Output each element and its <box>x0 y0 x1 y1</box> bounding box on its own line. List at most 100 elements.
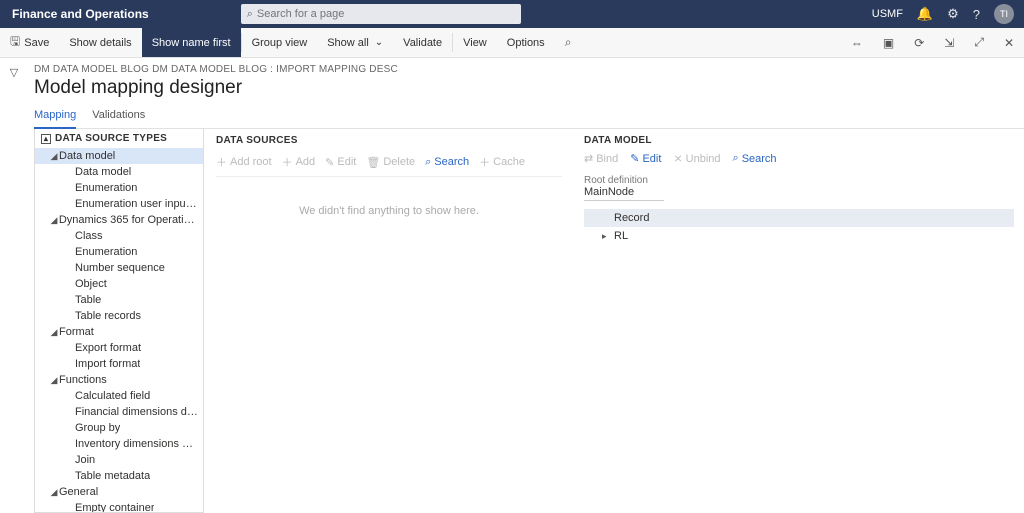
data-source-types-header: DATA SOURCE TYPES <box>55 133 167 144</box>
options-button[interactable]: Options <box>497 28 555 57</box>
show-name-first-label: Show name first <box>152 37 231 49</box>
tree-group-label: General <box>59 486 98 498</box>
funnel-icon[interactable]: ▽ <box>10 66 18 513</box>
data-model-header: DATA MODEL <box>584 129 1014 150</box>
expand-icon[interactable]: ⤢ <box>964 28 994 57</box>
data-source-types-panel: ▴ DATA SOURCE TYPES ◢Data modelData mode… <box>34 129 204 513</box>
root-definition-value[interactable]: MainNode <box>584 186 664 201</box>
tree-item-label: Join <box>75 454 95 466</box>
save-label: Save <box>24 37 49 49</box>
tree-item[interactable]: Table metadata <box>35 468 203 484</box>
show-all-dropdown[interactable]: Show all <box>317 28 393 57</box>
expand-icon[interactable]: ▸ <box>602 231 614 242</box>
user-avatar[interactable]: TI <box>994 4 1014 24</box>
search-dm-button[interactable]: ⌕ Search <box>733 152 777 165</box>
popout-icon[interactable]: ⇲ <box>934 28 964 57</box>
show-details-label: Show details <box>69 37 131 49</box>
tree-group[interactable]: ◢Functions <box>35 372 203 388</box>
tree-item[interactable]: Table <box>35 292 203 308</box>
tree-item[interactable]: Inventory dimensions details <box>35 436 203 452</box>
tree-item[interactable]: Class <box>35 228 203 244</box>
add-root-button[interactable]: ＋ Add root <box>216 154 272 170</box>
global-search[interactable]: ⌕ <box>241 4 521 24</box>
tree-item[interactable]: Import format <box>35 356 203 372</box>
save-button[interactable]: 🖫Save <box>0 28 59 57</box>
validate-button[interactable]: Validate <box>393 28 452 57</box>
tree-item-label: Enumeration <box>75 246 137 258</box>
company-code[interactable]: USMF <box>872 8 903 20</box>
tree-group[interactable]: ◢General <box>35 484 203 500</box>
data-model-panel: DATA MODEL ⇄ Bind ✎ Edit ⨯ Unbind ⌕ Sear… <box>574 129 1024 513</box>
dm-row-label: RL <box>614 230 628 242</box>
edit-button[interactable]: ✎ Edit <box>325 156 356 169</box>
unbind-button[interactable]: ⨯ Unbind <box>673 152 720 165</box>
collapse-all-icon[interactable]: ▴ <box>41 134 51 144</box>
search-icon: ⌕ <box>565 35 572 50</box>
global-search-input[interactable] <box>257 8 515 20</box>
view-button[interactable]: View <box>453 28 497 57</box>
tree-item[interactable]: Enumeration <box>35 180 203 196</box>
tree-item[interactable]: Data model <box>35 164 203 180</box>
expand-icon[interactable]: ◢ <box>49 375 59 386</box>
tree-item[interactable]: Number sequence <box>35 260 203 276</box>
tree-item-label: Enumeration user input parameter <box>75 198 199 210</box>
view-label: View <box>463 37 487 49</box>
close-icon[interactable]: ✕ <box>994 28 1024 57</box>
tree-group[interactable]: ◢Dynamics 365 for Operations <box>35 212 203 228</box>
tree-item[interactable]: Object <box>35 276 203 292</box>
expand-icon[interactable]: ◢ <box>49 151 59 162</box>
group-view-button[interactable]: Group view <box>242 28 318 57</box>
edit-dm-button[interactable]: ✎ Edit <box>630 152 661 165</box>
tree-item[interactable]: Export format <box>35 340 203 356</box>
tree-item[interactable]: Enumeration user input parameter <box>35 196 203 212</box>
tree-item[interactable]: Calculated field <box>35 388 203 404</box>
delete-button[interactable]: 🗑 Delete <box>366 156 415 169</box>
toolbar-search-button[interactable]: ⌕ <box>555 28 582 57</box>
bell-icon[interactable]: 🔔 <box>917 6 933 22</box>
tree-group-label: Format <box>59 326 94 338</box>
empty-state-text: We didn't find anything to show here. <box>216 177 562 217</box>
office-icon[interactable]: ▣ <box>873 28 904 57</box>
show-details-button[interactable]: Show details <box>59 28 141 57</box>
show-name-first-button[interactable]: Show name first <box>142 28 241 57</box>
tree-item[interactable]: Financial dimensions details <box>35 404 203 420</box>
content-tabs: Mapping Validations <box>34 105 1024 129</box>
tree-item[interactable]: Empty container <box>35 500 203 513</box>
search-button[interactable]: ⌕ Search <box>425 156 469 169</box>
help-icon[interactable]: ? <box>973 7 980 22</box>
data-sources-header: DATA SOURCES <box>216 129 562 150</box>
tree-group-label: Functions <box>59 374 107 386</box>
expand-icon[interactable]: ◢ <box>49 215 59 226</box>
tree-group[interactable]: ◢Format <box>35 324 203 340</box>
tree-group-label: Dynamics 365 for Operations <box>59 214 199 226</box>
link-icon[interactable]: ⇔ <box>841 28 873 57</box>
add-button[interactable]: ＋ Add <box>282 154 316 170</box>
gear-icon[interactable]: ⚙ <box>947 6 959 22</box>
group-view-label: Group view <box>252 37 308 49</box>
tree-item[interactable]: Join <box>35 452 203 468</box>
tree-item-label: Enumeration <box>75 182 137 194</box>
tree-item[interactable]: Table records <box>35 308 203 324</box>
dm-row-label: Record <box>614 212 649 224</box>
dm-row[interactable]: Record <box>584 209 1014 227</box>
tree-item[interactable]: Enumeration <box>35 244 203 260</box>
expand-icon[interactable]: ◢ <box>49 487 59 498</box>
show-all-label: Show all <box>327 37 369 49</box>
bind-button[interactable]: ⇄ Bind <box>584 152 618 165</box>
tree-group[interactable]: ◢Data model <box>35 148 203 164</box>
tree-item-label: Table metadata <box>75 470 150 482</box>
tree-item[interactable]: Group by <box>35 420 203 436</box>
refresh-icon[interactable]: ⟳ <box>904 28 934 57</box>
top-navbar: Finance and Operations ⌕ USMF 🔔 ⚙ ? TI <box>0 0 1024 28</box>
dm-row[interactable]: ▸RL <box>584 227 1014 245</box>
tree-item-label: Table records <box>75 310 141 322</box>
tab-mapping[interactable]: Mapping <box>34 105 76 129</box>
tree-item-label: Table <box>75 294 101 306</box>
action-toolbar: 🖫Save Show details Show name first Group… <box>0 28 1024 58</box>
breadcrumb: DM DATA MODEL BLOG DM DATA MODEL BLOG : … <box>34 64 1024 77</box>
tab-validations[interactable]: Validations <box>92 105 145 128</box>
tree-item-label: Object <box>75 278 107 290</box>
tree-group-label: Data model <box>59 150 115 162</box>
cache-button[interactable]: ＋ Cache <box>479 154 525 170</box>
expand-icon[interactable]: ◢ <box>49 327 59 338</box>
